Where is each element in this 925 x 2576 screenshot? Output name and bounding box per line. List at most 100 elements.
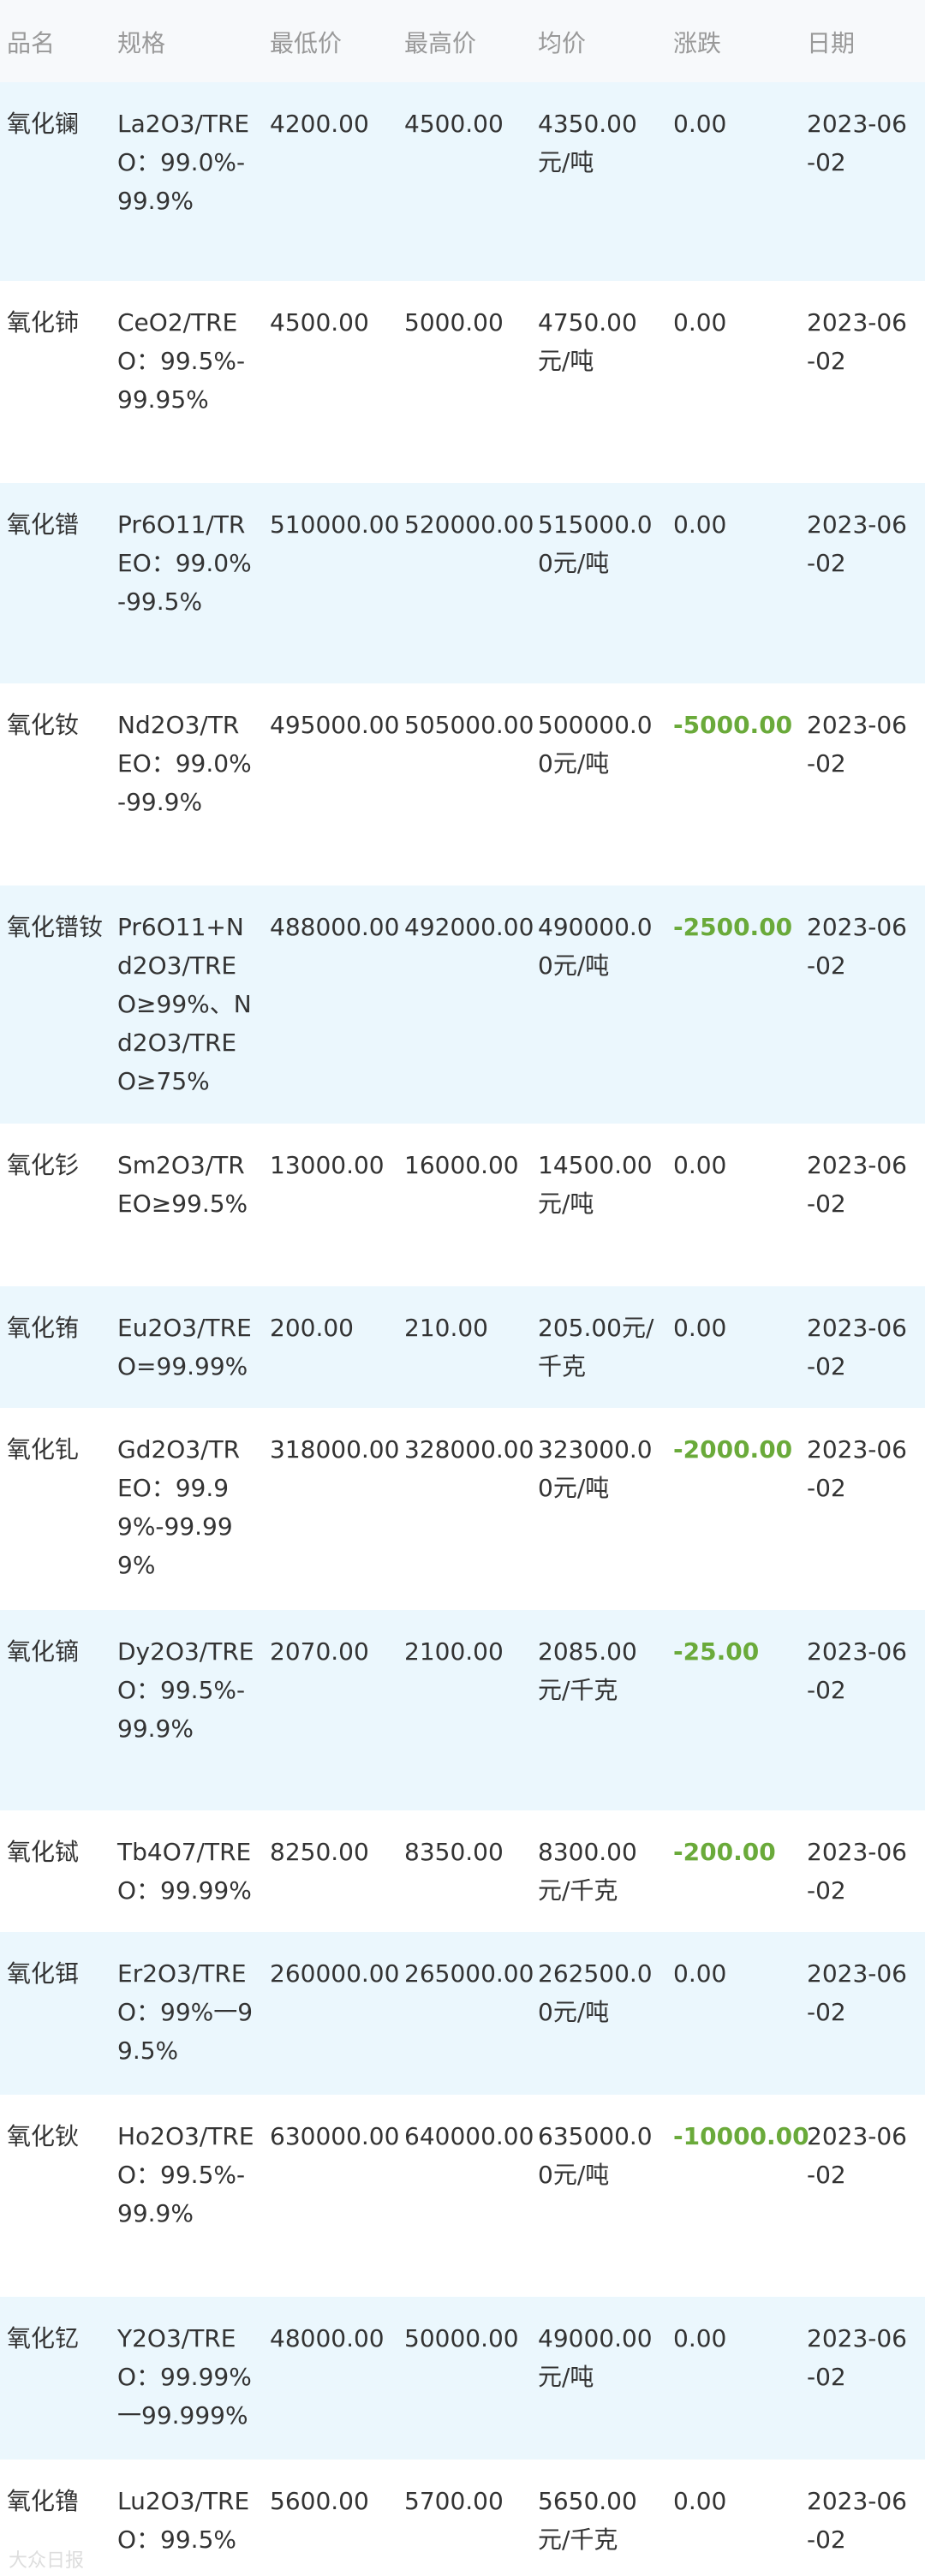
product-name: 氧化钐 [7,1151,80,1179]
product-name: 氧化镧 [7,110,80,138]
low-price: 5600.00 [270,2487,369,2515]
price-change: -10000.00 [673,2122,809,2150]
high-price: 520000.00 [404,510,534,539]
low-price: 318000.00 [270,1435,400,1464]
price-change: -2000.00 [673,1435,793,1464]
high-price: 5700.00 [404,2487,504,2515]
product-name: 氧化铒 [7,1959,80,1988]
table-row: 氧化镝 Dy2O3/TREO：99.5%-99.9% 2070.00 2100.… [0,1610,925,1810]
price-change: 0.00 [673,1959,727,1988]
date: 2023-06-02 [807,913,907,980]
product-name: 氧化铕 [7,1314,80,1342]
high-price: 16000.00 [404,1151,519,1179]
price-change: 0.00 [673,110,727,138]
table-row: 氧化铒 Er2O3/TREO：99%一99.5% 260000.00 26500… [0,1932,925,2095]
date: 2023-06-02 [807,1637,907,1704]
avg-price: 515000.00元/吨 [538,510,653,577]
table-row: 氧化钇 Y2O3/TREO：99.99%一99.999% 48000.00 50… [0,2297,925,2460]
avg-price: 323000.00元/吨 [538,1435,653,1502]
avg-price: 635000.00元/吨 [538,2122,653,2189]
high-price: 265000.00 [404,1959,534,1988]
low-price: 2070.00 [270,1637,369,1666]
high-price: 2100.00 [404,1637,504,1666]
date: 2023-06-02 [807,1959,907,2026]
high-price: 5000.00 [404,308,504,337]
low-price: 13000.00 [270,1151,385,1179]
header-avg-price: 均价 [538,29,587,57]
avg-price: 500000.00元/吨 [538,711,653,778]
low-price: 488000.00 [270,913,400,941]
table-row: 氧化钬 Ho2O3/TREO：99.5%-99.9% 630000.00 640… [0,2095,925,2297]
date: 2023-06-02 [807,2324,907,2391]
date: 2023-06-02 [807,711,907,778]
header-change: 涨跌 [673,29,722,57]
table-row: 氧化镥 Lu2O3/TREO：99.5% 5600.00 5700.00 565… [0,2460,925,2576]
product-spec: Gd2O3/TREO：99.99%-99.999% [117,1435,241,1579]
date: 2023-06-02 [807,308,907,375]
avg-price: 8300.00元/千克 [538,1838,637,1905]
product-spec: Ho2O3/TREO：99.5%-99.9% [117,2122,254,2227]
product-name: 氧化镨 [7,510,80,539]
avg-price: 205.00元/千克 [538,1314,654,1380]
low-price: 48000.00 [270,2324,385,2352]
product-name: 氧化镥 [7,2487,80,2515]
low-price: 200.00 [270,1314,354,1342]
avg-price: 490000.00元/吨 [538,913,653,980]
avg-price: 49000.00元/吨 [538,2324,653,2391]
low-price: 630000.00 [270,2122,400,2150]
price-table-page: 品名 规格 最低价 最高价 均价 涨跌 日期 氧化镧 La2O3/TREO：99… [0,0,925,2576]
product-spec: CeO2/TREO：99.5%-99.95% [117,308,246,414]
low-price: 4500.00 [270,308,369,337]
price-change: -200.00 [673,1838,776,1866]
price-change: 0.00 [673,1151,727,1179]
price-change: 0.00 [673,308,727,337]
product-spec: Pr6O11+Nd2O3/TREO≥99%、Nd2O3/TREO≥75% [117,913,252,1095]
high-price: 8350.00 [404,1838,504,1866]
product-name: 氧化钇 [7,2324,80,2352]
price-change: -5000.00 [673,711,793,739]
date: 2023-06-02 [807,1314,907,1380]
low-price: 495000.00 [270,711,400,739]
product-name: 氧化镨钕 [7,913,104,941]
avg-price: 2085.00元/千克 [538,1637,637,1704]
high-price: 492000.00 [404,913,534,941]
price-change: 0.00 [673,2324,727,2352]
table-row: 氧化铕 Eu2O3/TREO=99.99% 200.00 210.00 205.… [0,1286,925,1408]
header-name: 品名 [7,29,56,57]
header-high-price: 最高价 [404,29,477,57]
avg-price: 4750.00元/吨 [538,308,637,375]
high-price: 640000.00 [404,2122,534,2150]
price-change: 0.00 [673,2487,727,2515]
product-spec: Tb4O7/TREO：99.99% [117,1838,252,1905]
avg-price: 5650.00元/千克 [538,2487,637,2554]
table-header: 品名 规格 最低价 最高价 均价 涨跌 日期 [0,0,925,82]
table-row: 氧化镨 Pr6O11/TREO：99.0%-99.5% 510000.00 52… [0,483,925,683]
low-price: 8250.00 [270,1838,369,1866]
low-price: 260000.00 [270,1959,400,1988]
watermark-logo: 大众日报 [9,2550,85,2572]
header-low-price: 最低价 [270,29,343,57]
date: 2023-06-02 [807,1435,907,1502]
product-spec: La2O3/TREO：99.0%-99.9% [117,110,250,215]
price-change: 0.00 [673,510,727,539]
header-spec: 规格 [117,29,166,57]
high-price: 210.00 [404,1314,488,1342]
product-name: 氧化铈 [7,308,80,337]
date: 2023-06-02 [807,1838,907,1905]
date: 2023-06-02 [807,2487,907,2554]
product-spec: Sm2O3/TREO≥99.5% [117,1151,248,1218]
low-price: 510000.00 [270,510,400,539]
table-row: 氧化镧 La2O3/TREO：99.0%-99.9% 4200.00 4500.… [0,82,925,281]
product-name: 氧化钆 [7,1435,80,1464]
product-name: 氧化铽 [7,1838,80,1866]
product-name: 氧化钬 [7,2122,80,2150]
product-name: 氧化镝 [7,1637,80,1666]
product-spec: Dy2O3/TREO：99.5%-99.9% [117,1637,254,1743]
high-price: 328000.00 [404,1435,534,1464]
product-name: 氧化钕 [7,711,80,739]
date: 2023-06-02 [807,510,907,577]
date: 2023-06-02 [807,110,907,176]
price-change: 0.00 [673,1314,727,1342]
table-row: 氧化铽 Tb4O7/TREO：99.99% 8250.00 8350.00 83… [0,1810,925,1932]
price-change: -25.00 [673,1637,760,1666]
